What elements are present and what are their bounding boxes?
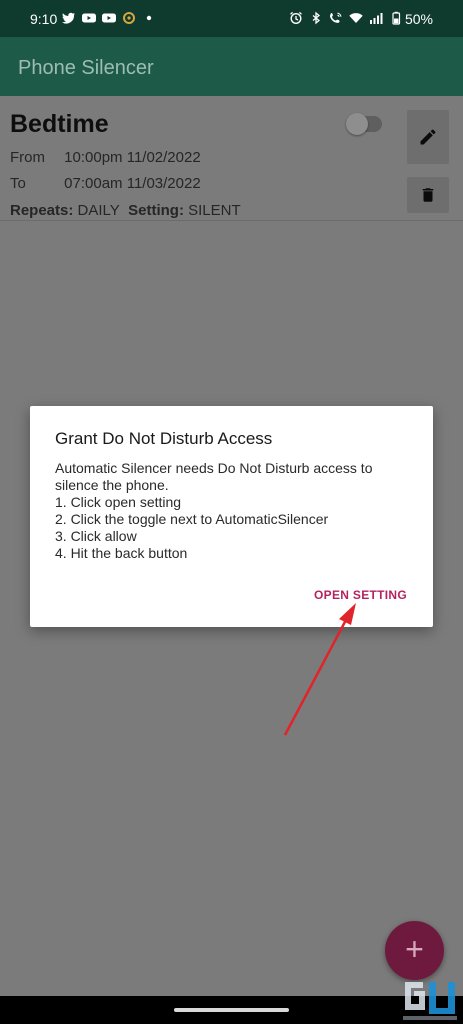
status-bar: 9:10 50% <box>0 0 463 37</box>
repeats-label: Repeats: <box>10 202 74 219</box>
wifi-icon <box>349 13 363 23</box>
setting-label: Setting: <box>128 202 184 219</box>
watermark-logo-icon <box>403 982 457 1020</box>
battery-percentage: 50% <box>404 11 433 27</box>
bluetooth-icon <box>312 11 321 25</box>
signal-icon <box>370 13 383 24</box>
edit-button[interactable] <box>407 110 449 164</box>
youtube-icon <box>82 13 96 23</box>
alarm-icon <box>290 11 302 25</box>
wifi-calling-icon <box>330 12 342 23</box>
youtube-icon <box>102 13 116 23</box>
schedule-card[interactable]: Bedtime From 10:00pm 11/02/2022 To 07:00… <box>0 96 463 221</box>
navigation-bar <box>0 996 463 1024</box>
setting-value: SILENT <box>188 202 241 219</box>
home-gesture-handle[interactable] <box>174 1008 289 1012</box>
repeat-row: Repeats: DAILY Setting: SILENT <box>10 202 241 219</box>
to-row: To 07:00am 11/03/2022 <box>10 175 201 192</box>
dialog-line: 2. Click the toggle next to AutomaticSil… <box>55 511 329 527</box>
trash-icon <box>422 188 434 202</box>
to-label: To <box>10 175 26 192</box>
dot-icon <box>146 15 152 21</box>
dialog-line: 4. Hit the back button <box>55 545 188 561</box>
dialog-line: silence the phone. <box>55 477 169 493</box>
app-title: Phone Silencer <box>18 57 154 79</box>
to-value: 07:00am 11/03/2022 <box>64 175 201 192</box>
dialog-line: Automatic Silencer needs Do Not Disturb … <box>55 460 373 476</box>
repeats-value: DAILY <box>77 202 120 219</box>
app-bar: Phone Silencer <box>0 37 463 96</box>
schedule-enable-toggle[interactable] <box>346 113 382 135</box>
open-setting-button[interactable]: OPEN SETTING <box>314 588 407 602</box>
add-schedule-button[interactable]: + <box>385 921 444 980</box>
permission-dialog: Grant Do Not Disturb Access Automatic Si… <box>30 406 433 627</box>
notification-icons <box>62 11 156 25</box>
pencil-icon <box>420 129 436 145</box>
dialog-message: Automatic Silencer needs Do Not Disturb … <box>55 460 415 562</box>
battery-icon <box>392 11 401 25</box>
from-row: From 10:00pm 11/02/2022 <box>10 149 201 166</box>
system-icons <box>289 11 403 25</box>
plus-icon: + <box>405 931 424 967</box>
from-value: 10:00pm 11/02/2022 <box>64 149 201 166</box>
from-label: From <box>10 149 45 166</box>
dialog-line: 1. Click open setting <box>55 494 182 510</box>
app-icon <box>123 12 135 24</box>
delete-button[interactable] <box>407 177 449 213</box>
toggle-knob <box>346 113 368 135</box>
status-time: 9:10 <box>30 11 58 27</box>
twitter-icon <box>62 12 75 24</box>
schedule-name: Bedtime <box>10 110 109 138</box>
dialog-title: Grant Do Not Disturb Access <box>55 429 273 448</box>
dialog-line: 3. Click allow <box>55 528 137 544</box>
